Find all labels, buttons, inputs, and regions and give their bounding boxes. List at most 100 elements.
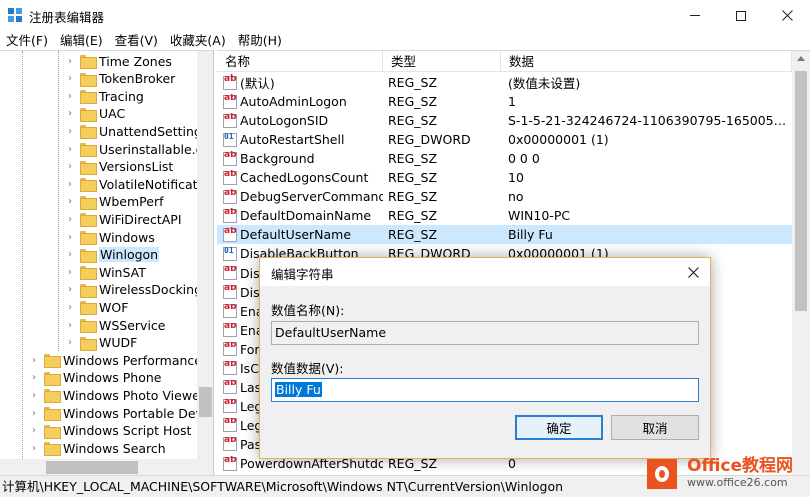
minimize-button[interactable] [672,0,718,31]
tree-item-label: WiFiDirectAPI [99,211,182,227]
tree-item[interactable]: › Windows Performance Toolkit [28,351,213,369]
list-row[interactable]: (默认) REG_SZ (数值未设置) [217,73,792,92]
scroll-up-arrow-icon[interactable] [797,56,805,61]
expand-chevron-icon[interactable]: › [28,443,40,454]
value-name: DefaultDomainName [240,208,372,224]
scrollbar-thumb[interactable] [46,461,138,474]
column-header-data[interactable]: 数据 [501,51,792,72]
value-data-cell: Billy Fu [508,227,553,243]
column-header-type[interactable]: 类型 [383,51,501,72]
list-row[interactable]: DebugServerCommand REG_SZ no [217,187,792,206]
tree-item[interactable]: › WUDF [64,334,137,352]
expand-chevron-icon[interactable]: › [28,355,40,366]
expand-chevron-icon[interactable]: › [64,179,76,190]
value-data-cell: no [508,189,524,205]
tree-item-label: Windows Portable Devices [63,405,214,421]
tree-item[interactable]: › WSService [64,316,166,334]
expand-chevron-icon[interactable]: › [64,320,76,331]
tree-item[interactable]: › WinSAT [64,263,146,281]
menu-help[interactable]: 帮助(H) [232,31,288,50]
menu-edit[interactable]: 编辑(E) [54,31,109,50]
list-vertical-scrollbar[interactable] [792,51,810,475]
close-icon [687,266,699,278]
tree-horizontal-scrollbar[interactable] [0,459,213,475]
expand-chevron-icon[interactable]: › [64,214,76,225]
list-row[interactable]: Background REG_SZ 0 0 0 [217,149,792,168]
value-data-cell: WIN10-PC [508,208,571,224]
tree-item[interactable]: › VersionsList [64,158,173,176]
tree-item[interactable]: › UAC [64,105,125,123]
expand-chevron-icon[interactable]: › [28,390,40,401]
tree-item-label: WOF [99,299,129,315]
tree-item[interactable]: › VolatileNotifications [64,175,213,193]
tree-item-label: VersionsList [99,159,174,175]
expand-chevron-icon[interactable]: › [28,425,40,436]
tree-item[interactable]: › Windows Portable Devices [28,404,214,422]
list-row[interactable]: AutoAdminLogon REG_SZ 1 [217,92,792,111]
folder-icon [80,195,97,210]
value-name: (默认) [240,76,275,91]
value-data-cell: 1 [508,94,516,110]
tree-item[interactable]: › Windows Search [28,439,166,457]
maximize-button[interactable] [718,0,764,31]
tree-item[interactable]: › Windows Phone [28,369,162,387]
expand-chevron-icon[interactable]: › [64,284,76,295]
tree-item[interactable]: › WiFiDirectAPI [64,210,182,228]
value-name: Background [240,151,315,167]
value-data-input[interactable]: Billy Fu [271,378,699,402]
expand-chevron-icon[interactable]: › [28,408,40,419]
column-header-name[interactable]: 名称 [217,51,383,72]
expand-chevron-icon[interactable]: › [64,91,76,102]
menu-favorites[interactable]: 收藏夹(A) [164,31,232,50]
tree-item[interactable]: › Tracing [64,87,144,105]
tree-item[interactable]: › Winlogon [64,246,160,264]
tree-item[interactable]: › Windows Photo Viewer [28,386,205,404]
string-value-icon [223,342,237,357]
expand-chevron-icon[interactable]: › [64,161,76,172]
expand-chevron-icon[interactable]: › [64,302,76,313]
expand-chevron-icon[interactable]: › [64,126,76,137]
tree-item[interactable]: ›Userinstallable.drivers [64,140,213,158]
tree-item[interactable]: › TokenBroker [64,70,175,88]
tree-item-label: TokenBroker [99,71,176,87]
tree-item[interactable]: › Windows [64,228,155,246]
expand-chevron-icon[interactable]: › [64,108,76,119]
ok-button[interactable]: 确定 [515,415,603,440]
expand-chevron-icon[interactable]: › [64,196,76,207]
expand-chevron-icon[interactable]: › [64,144,76,155]
folder-icon [80,319,97,333]
tree-item[interactable]: › WbemPerf [64,193,163,211]
expand-chevron-icon[interactable]: › [64,56,76,67]
list-row[interactable]: DefaultUserName REG_SZ Billy Fu [217,225,792,245]
scrollbar-thumb[interactable] [199,387,212,417]
scrollbar-thumb[interactable] [795,71,807,311]
close-button[interactable] [764,0,810,31]
string-value-icon [223,266,237,280]
list-row[interactable]: AutoLogonSID REG_SZ S-1-5-21-324246724-110… [217,111,792,130]
value-type-cell: REG_SZ [388,170,438,186]
folder-icon [80,72,97,87]
menu-file[interactable]: 文件(F) [0,31,54,50]
tree-item[interactable]: › WOF [64,298,128,316]
tree-vertical-scrollbar[interactable] [197,51,213,459]
tree-item[interactable]: › WirelessDocking [64,281,202,299]
list-row[interactable]: AutoRestartShell REG_DWORD 0x00000001 (1) [217,130,792,149]
expand-chevron-icon[interactable]: › [64,267,76,278]
expand-chevron-icon[interactable]: › [64,232,76,243]
menu-view[interactable]: 查看(V) [109,31,164,50]
edit-string-dialog: 编辑字符串 数值名称(N): DefaultUserName 数值数据(V): … [259,257,711,459]
tree-item[interactable]: › Windows Script Host [28,422,191,440]
expand-chevron-icon[interactable]: › [28,372,40,383]
value-name: Las [240,379,262,395]
expand-chevron-icon[interactable]: › [64,73,76,84]
dialog-close-button[interactable] [676,260,710,284]
cancel-button[interactable]: 取消 [611,415,699,440]
binary-value-icon [223,246,237,261]
registry-tree[interactable]: › Time Zones › TokenBroker › Tracing › UAC › Unat… [0,50,214,475]
expand-chevron-icon[interactable]: › [64,249,76,260]
list-row[interactable]: DefaultDomainName REG_SZ WIN10-PC [217,206,792,225]
expand-chevron-icon[interactable]: › [64,337,76,348]
tree-item[interactable]: › Time Zones [64,52,172,70]
tree-item[interactable]: › UnattendSettings [64,122,208,140]
list-row[interactable]: CachedLogonsCount REG_SZ 10 [217,168,792,187]
